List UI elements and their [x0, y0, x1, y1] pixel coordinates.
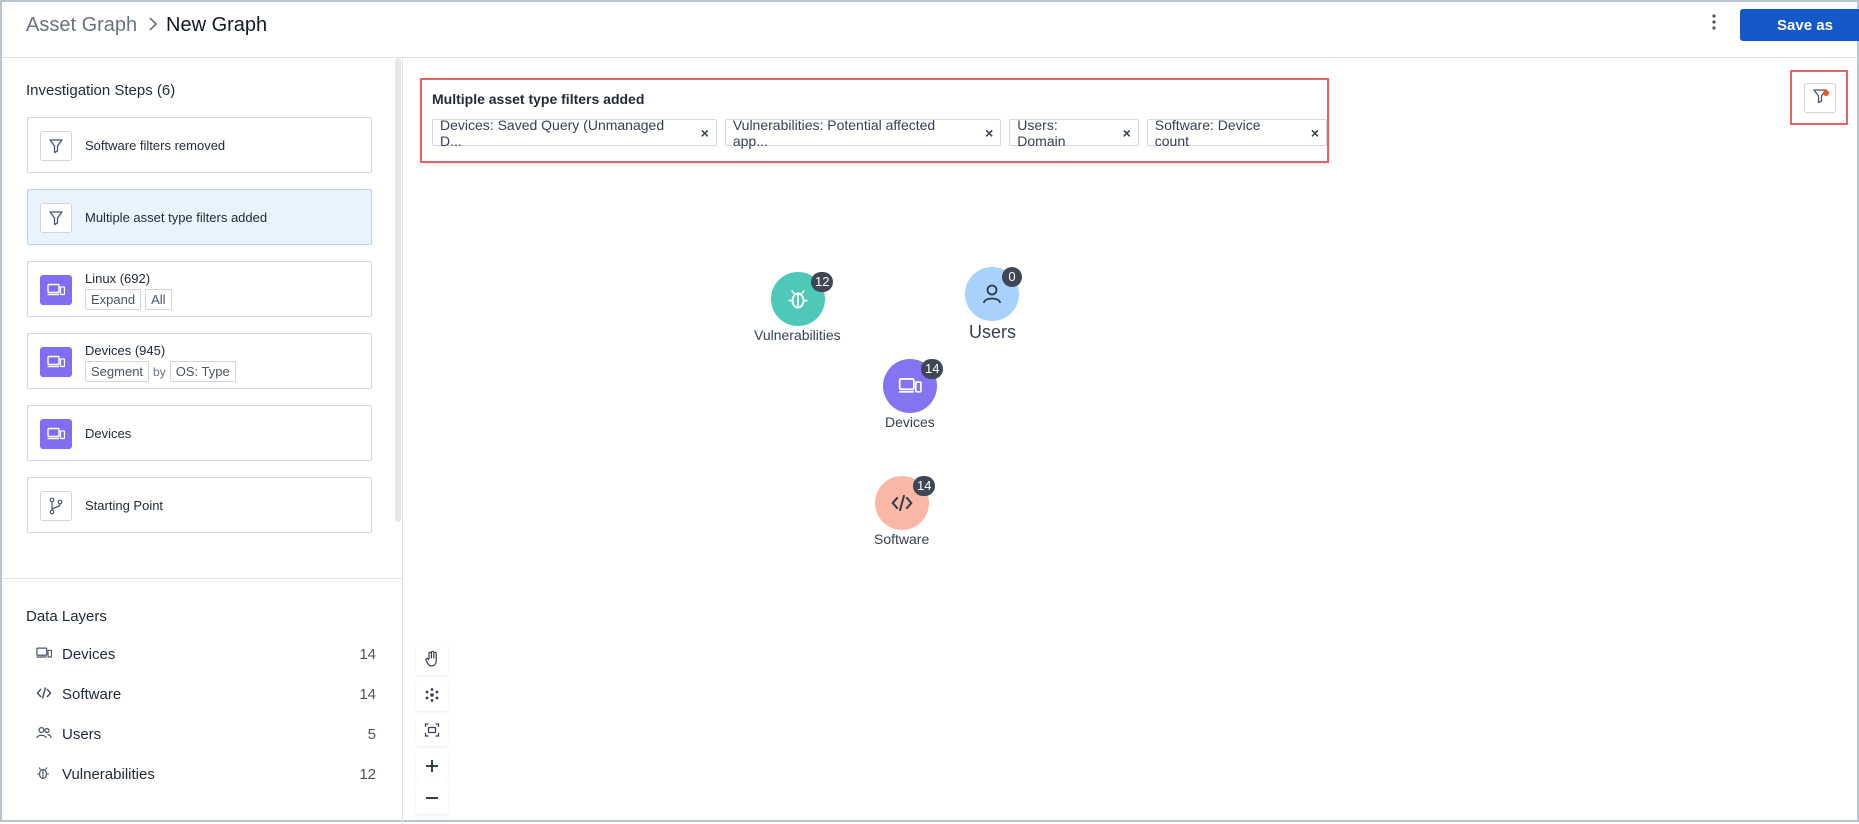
node-label-software: Software	[874, 531, 930, 547]
by-connector: by	[153, 364, 166, 379]
layer-name: Vulnerabilities	[62, 766, 155, 783]
left-sidebar: Investigation Steps (6) Software filters…	[2, 58, 403, 824]
step-software-filters-removed[interactable]: Software filters removed	[27, 117, 372, 173]
filter-toggle-button[interactable]	[1804, 83, 1836, 113]
code-icon	[891, 494, 913, 512]
filter-chip-vulnerabilities[interactable]: Vulnerabilities: Potential affected app.…	[724, 116, 1002, 149]
node-label-vulnerabilities: Vulnerabilities	[754, 327, 841, 343]
bug-icon	[788, 289, 808, 309]
page-title: New Graph	[166, 14, 268, 36]
top-header: Asset Graph New Graph Save as	[2, 2, 1859, 58]
save-as-button[interactable]: Save as	[1740, 9, 1859, 41]
filter-chip-label: Vulnerabilities: Potential affected app.…	[732, 116, 936, 149]
step-label: Multiple asset type filters added	[85, 210, 268, 225]
devices-icon	[898, 378, 922, 393]
expand-chip[interactable]: Expand	[85, 289, 142, 310]
zoom-in-icon	[426, 760, 438, 772]
filter-chip-label: Users: Domain	[1017, 116, 1066, 149]
layer-count: 5	[367, 726, 376, 743]
all-chip[interactable]: All	[145, 289, 172, 310]
filter-icon	[40, 131, 72, 161]
node-count-badge: 14	[913, 476, 936, 496]
sidebar-scrollbar[interactable]	[395, 58, 401, 522]
layer-name: Software	[62, 686, 122, 703]
segment-chip[interactable]: Segment	[85, 361, 150, 382]
node-devices[interactable]: 14	[883, 359, 944, 415]
layer-devices[interactable]: Devices 14	[26, 638, 376, 670]
pan-hand-tool[interactable]	[416, 643, 448, 675]
investigation-steps-title: Investigation Steps (6)	[26, 82, 176, 99]
step-label: Devices	[85, 426, 132, 441]
layer-name: Devices	[62, 646, 116, 663]
layer-count: 14	[359, 686, 376, 703]
layer-count: 14	[359, 646, 376, 663]
os-type-chip[interactable]: OS: Type	[169, 361, 236, 382]
layer-count: 12	[359, 766, 376, 783]
node-users[interactable]: 0	[965, 267, 1022, 323]
remove-filter-icon[interactable]: ×	[1311, 125, 1319, 141]
node-count-badge: 0	[1002, 267, 1022, 287]
step-label: Starting Point	[85, 498, 164, 513]
filter-chip-software[interactable]: Software: Device count ×	[1146, 116, 1327, 149]
filter-chip-users[interactable]: Users: Domain ×	[1009, 116, 1139, 149]
layout-tool[interactable]	[416, 679, 448, 711]
layer-name: Users	[62, 726, 102, 743]
fit-view-tool[interactable]	[416, 714, 448, 746]
devices-icon	[40, 347, 72, 377]
step-label: Software filters removed	[85, 138, 226, 153]
step-devices-945[interactable]: Devices (945) Segment by OS: Type	[27, 333, 372, 389]
filter-chip-devices[interactable]: Devices: Saved Query (Unmanaged D... ×	[432, 116, 717, 149]
node-label-users: Users	[969, 322, 1017, 342]
active-indicator-dot	[1823, 90, 1829, 96]
remove-filter-icon[interactable]: ×	[1123, 125, 1131, 141]
step-label: Linux (692)	[85, 271, 151, 286]
divider	[2, 578, 402, 579]
breadcrumb-asset-graph[interactable]: Asset Graph	[26, 14, 137, 37]
filter-banner: Multiple asset type filters added Device…	[420, 78, 1329, 163]
node-count-badge: 14	[921, 359, 944, 379]
filter-chips: Devices: Saved Query (Unmanaged D... × V…	[432, 116, 1327, 149]
devices-icon	[40, 275, 72, 305]
filter-icon	[40, 203, 72, 233]
step-devices[interactable]: Devices	[27, 405, 372, 461]
kebab-icon[interactable]	[1702, 12, 1726, 38]
node-vulnerabilities[interactable]: 12	[771, 272, 834, 372]
node-software[interactable]: 14	[875, 476, 936, 532]
code-icon	[36, 686, 52, 702]
breadcrumb-separator	[147, 16, 159, 37]
zoom-in-tool[interactable]	[416, 750, 448, 782]
filter-banner-title: Multiple asset type filters added	[432, 91, 645, 107]
data-layers-title: Data Layers	[26, 608, 107, 625]
filter-toggle-highlight	[1790, 70, 1848, 125]
remove-filter-icon[interactable]: ×	[985, 125, 993, 141]
branch-icon	[40, 491, 72, 521]
filter-chip-label: Software: Device count	[1154, 116, 1261, 149]
remove-filter-icon[interactable]: ×	[701, 125, 709, 141]
step-multiple-filters-added[interactable]: Multiple asset type filters added	[27, 189, 372, 245]
node-count-badge: 12	[811, 272, 834, 292]
step-label: Devices (945)	[85, 343, 166, 358]
step-linux[interactable]: Linux (692) Expand All	[27, 261, 372, 317]
devices-icon	[36, 646, 53, 662]
users-icon	[36, 726, 52, 742]
step-starting-point[interactable]: Starting Point	[27, 477, 372, 533]
layout-icon	[425, 688, 439, 702]
zoom-out-icon	[426, 797, 438, 799]
user-icon	[983, 284, 1001, 304]
filter-chip-label: Devices: Saved Query (Unmanaged D...	[440, 116, 665, 149]
fit-view-icon	[424, 723, 440, 737]
app-frame: Asset Graph New Graph Save as Investigat…	[0, 0, 1859, 824]
pan-hand-icon	[425, 650, 437, 667]
zoom-out-tool[interactable]	[416, 782, 448, 814]
devices-icon	[40, 419, 72, 449]
layer-users[interactable]: Users 5	[26, 718, 376, 750]
layer-software[interactable]: Software 14	[26, 678, 376, 710]
bug-icon	[36, 766, 52, 782]
node-label-devices: Devices	[885, 414, 935, 430]
layer-vulnerabilities[interactable]: Vulnerabilities 12	[26, 758, 376, 790]
